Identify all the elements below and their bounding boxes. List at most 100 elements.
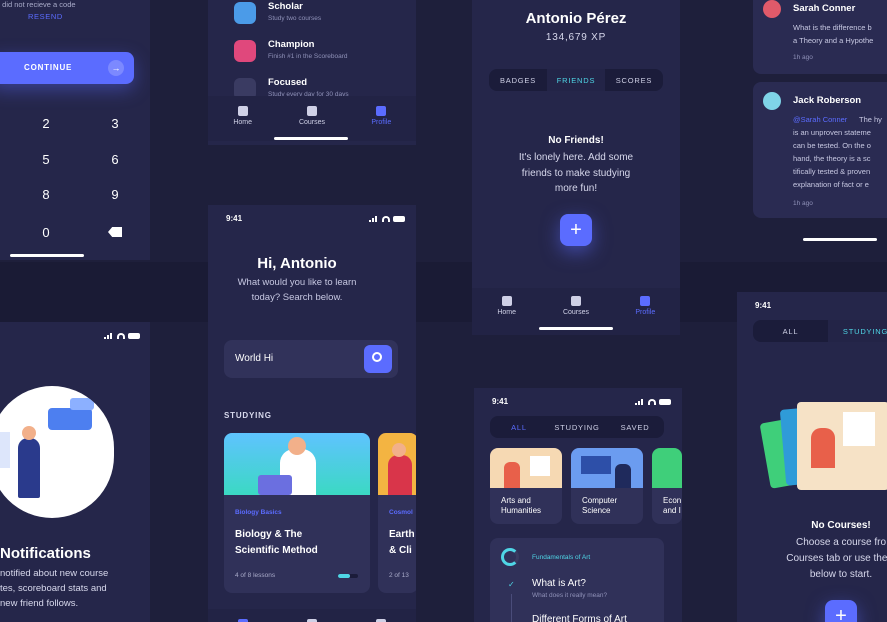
signal-icon xyxy=(635,398,645,405)
profile-screen: Antonio Pérez 134,679 XP BADGES FRIENDS … xyxy=(472,0,680,335)
my-courses-tabs: ALL STUDYING xyxy=(753,320,887,342)
achievement-item[interactable]: Scholar Study two courses xyxy=(208,0,416,34)
search-button[interactable] xyxy=(364,345,392,373)
tab-profile-label: Profile xyxy=(371,119,392,126)
battery-icon xyxy=(128,332,140,339)
course-card[interactable]: Cosmol Earth & Cli 2 of 13 xyxy=(378,433,416,593)
course-progress-bar xyxy=(338,574,358,578)
comment-mention[interactable]: @Sarah Conner xyxy=(793,115,847,124)
tab-saved[interactable]: SAVED xyxy=(606,416,664,438)
comment-text-5: tifically tested & proven xyxy=(793,167,871,176)
notifications-illustration xyxy=(0,386,114,518)
section-studying: STUDYING xyxy=(224,411,272,420)
profile-icon xyxy=(640,296,651,306)
search-icon xyxy=(372,352,382,362)
key-8[interactable]: 8 xyxy=(31,187,61,202)
key-2[interactable]: 2 xyxy=(31,116,61,131)
category-line-1: Arts and xyxy=(501,496,531,505)
course-progress-text: 2 of 13 xyxy=(389,572,409,579)
comment-card[interactable]: Jack Roberson @Sarah Conner The hy is an… xyxy=(753,82,887,218)
comment-card[interactable]: Sarah Conner What is the difference b a … xyxy=(753,0,887,74)
course-title-2: & Cli xyxy=(389,545,412,556)
tab-all[interactable]: ALL xyxy=(490,416,548,438)
profile-icon xyxy=(376,106,387,116)
comment-author: Sarah Conner xyxy=(793,3,856,14)
course-illustration xyxy=(378,433,416,495)
lesson-1-title[interactable]: What is Art? xyxy=(532,578,586,589)
achievement-item[interactable]: Champion Finish #1 in the Scoreboard xyxy=(208,36,416,72)
screen-panel xyxy=(0,432,10,468)
comment-time: 1h ago xyxy=(793,200,813,207)
comment-text-1: The hy xyxy=(859,115,882,124)
status-time: 9:41 xyxy=(755,301,772,310)
category-card[interactable]: Arts and Humanities xyxy=(490,448,562,524)
profile-name: Antonio Pérez xyxy=(525,10,627,27)
key-3[interactable]: 3 xyxy=(100,116,130,131)
comments-screen: Sarah Conner What is the difference b a … xyxy=(737,0,887,246)
lesson-2-title[interactable]: Different Forms of Art xyxy=(532,614,627,622)
tab-courses-label: Courses xyxy=(562,309,590,316)
home-indicator xyxy=(803,238,877,241)
course-title-2: Scientific Method xyxy=(235,545,318,556)
course-category: Biology Basics xyxy=(235,509,282,516)
tab-courses[interactable]: Courses xyxy=(546,296,606,316)
tab-home[interactable]: Home xyxy=(213,106,273,126)
not-received-text: I did not recieve a code xyxy=(0,0,76,9)
home-screen: 9:41 Hi, Antonio What would you like to … xyxy=(208,205,416,622)
tab-home-label: Home xyxy=(497,309,516,316)
plus-icon: + xyxy=(835,604,847,622)
tab-bar: Home Courses Profile xyxy=(208,96,416,141)
tab-studying[interactable]: STUDYING xyxy=(548,416,606,438)
person-head xyxy=(22,426,36,440)
tab-profile[interactable]: Profile xyxy=(351,106,411,126)
achievement-title: Focused xyxy=(268,77,308,88)
chat-bubble-icon xyxy=(48,408,92,430)
tab-profile[interactable]: Profile xyxy=(615,296,675,316)
key-0[interactable]: 0 xyxy=(31,225,61,240)
category-card[interactable]: Econ and I xyxy=(652,448,682,524)
course-card[interactable]: Biology Basics Biology & The Scientific … xyxy=(224,433,370,593)
tab-friends[interactable]: FRIENDS xyxy=(547,69,605,91)
key-5[interactable]: 5 xyxy=(31,152,61,167)
courses-screen: 9:41 ALL STUDYING SAVED Arts and Humanit… xyxy=(474,388,682,622)
course-title-1: Earth xyxy=(389,529,415,540)
status-time: 9:41 xyxy=(492,397,509,406)
tab-all[interactable]: ALL xyxy=(753,320,828,342)
key-9[interactable]: 9 xyxy=(100,187,130,202)
notifications-line-3: new friend follows. xyxy=(0,598,79,609)
category-card[interactable]: Computer Science xyxy=(571,448,643,524)
resend-link[interactable]: RESEND xyxy=(28,12,63,21)
artist-figure xyxy=(504,462,520,488)
progress-ring-icon xyxy=(501,548,519,566)
tab-badges[interactable]: BADGES xyxy=(489,69,547,91)
status-icons xyxy=(104,332,140,339)
book-icon xyxy=(570,296,581,306)
stack-card xyxy=(797,402,887,490)
prompt-line-1: What would you like to learn xyxy=(237,277,357,288)
signal-icon xyxy=(369,215,379,222)
add-course-button[interactable]: + xyxy=(825,600,857,622)
tab-studying[interactable]: STUDYING xyxy=(828,320,887,342)
tab-courses[interactable]: Courses xyxy=(282,106,342,126)
backspace-icon[interactable] xyxy=(108,227,122,237)
lesson-1-subtitle: What does it really mean? xyxy=(532,592,608,599)
empty-text-1: It's lonely here. Add some xyxy=(518,152,634,163)
category-illustration xyxy=(490,448,562,488)
profile-tabs: BADGES FRIENDS SCORES xyxy=(489,69,663,91)
continue-button[interactable]: CONTINUE → xyxy=(0,52,134,84)
status-time: 9:41 xyxy=(226,214,243,223)
add-friend-button[interactable]: + xyxy=(560,214,592,246)
notifications-screen: Notifications notified about new course … xyxy=(0,322,150,622)
achievement-subtitle: Finish #1 in the Scoreboard xyxy=(268,53,348,60)
search-input[interactable]: World Hi xyxy=(224,340,398,378)
category-illustration xyxy=(571,448,643,488)
lesson-line xyxy=(511,594,512,622)
empty-text-3: below to start. xyxy=(809,569,873,580)
tab-scores[interactable]: SCORES xyxy=(605,69,663,91)
monitor xyxy=(581,456,611,474)
empty-text-2: friends to make studying xyxy=(521,168,631,179)
tab-home[interactable]: Home xyxy=(477,296,537,316)
key-6[interactable]: 6 xyxy=(100,152,130,167)
otp-screen: I did not recieve a code RESEND CONTINUE… xyxy=(0,0,150,260)
plus-icon: + xyxy=(570,218,582,241)
